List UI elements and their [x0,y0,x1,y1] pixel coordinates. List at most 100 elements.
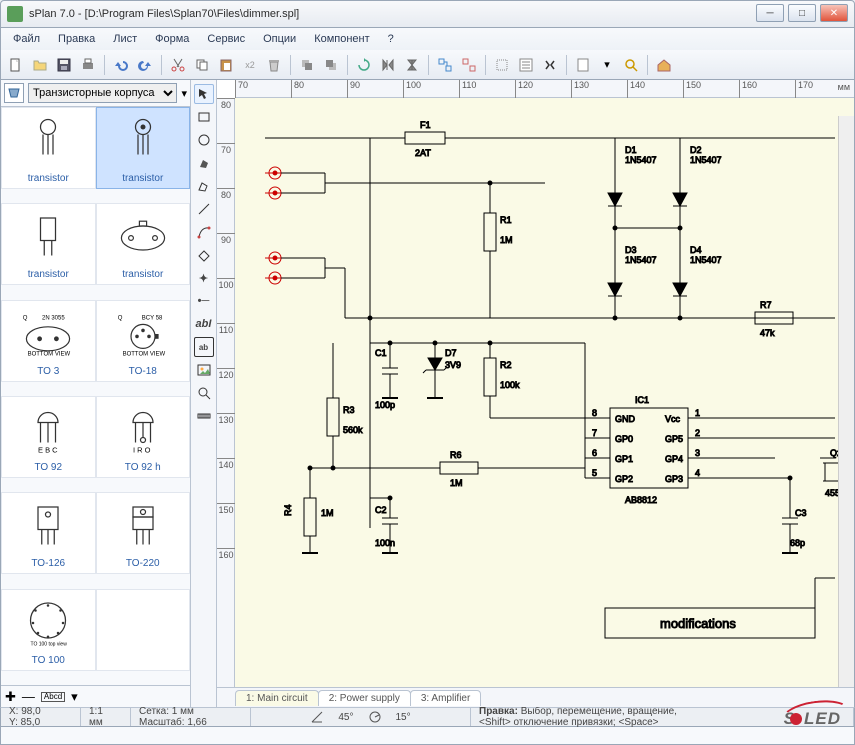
library-dd-icon[interactable]: ▾ [181,87,187,100]
delete-button[interactable] [263,54,285,76]
svg-text:2N 3055: 2N 3055 [42,316,65,322]
vertical-scrollbar[interactable] [838,116,854,687]
schematic-canvas[interactable]: F1 2AT D11N5407 [235,98,854,687]
svg-text:5: 5 [592,468,597,478]
cut-button[interactable] [167,54,189,76]
lib-item[interactable]: transistor [96,203,191,285]
lib-add-icon[interactable]: ✚ [5,690,16,703]
svg-text:560k: 560k [343,425,363,435]
copy-button[interactable] [191,54,213,76]
close-button[interactable]: ✕ [820,4,848,22]
shape-tool[interactable] [194,245,214,265]
lib-label-icon[interactable]: Abcd [41,692,65,702]
angle15-icon[interactable] [368,710,382,724]
svg-text:100n: 100n [375,538,395,548]
to-back-button[interactable] [320,54,342,76]
menu-component[interactable]: Компонент [306,31,377,47]
lib-item[interactable]: TO-220 [96,492,191,574]
svg-text:AB8812: AB8812 [625,495,657,505]
svg-text:7: 7 [592,428,597,438]
svg-text:2AT: 2AT [415,148,431,158]
svg-text:R7: R7 [760,300,772,310]
open-button[interactable] [29,54,51,76]
svg-text:8: 8 [592,408,597,418]
zoom-fit-button[interactable] [620,54,642,76]
search-button[interactable] [539,54,561,76]
list-button[interactable] [515,54,537,76]
lib-item[interactable]: transistor [1,203,96,285]
page-dd-button[interactable]: ▾ [596,54,618,76]
library-icon[interactable] [4,83,24,103]
angle45-icon[interactable] [310,710,324,724]
menu-service[interactable]: Сервис [199,31,253,47]
ungroup-button[interactable] [458,54,480,76]
mirror-h-button[interactable] [377,54,399,76]
menu-file[interactable]: Файл [5,31,48,47]
undo-button[interactable] [110,54,132,76]
save-button[interactable] [53,54,75,76]
measure-tool[interactable] [194,406,214,426]
lib-item[interactable]: Q2N 3055BOTTOM VIEWTO 3 [1,300,96,382]
svg-text:GP5: GP5 [665,434,683,444]
print-button[interactable] [77,54,99,76]
minimize-button[interactable]: ─ [756,4,784,22]
library-grid: transistor transistor transistor transis… [1,107,190,685]
redo-button[interactable] [134,54,156,76]
svg-text:Q: Q [23,316,28,322]
rotate-button[interactable] [353,54,375,76]
svg-text:IC1: IC1 [635,395,649,405]
lib-item[interactable]: transistor [1,107,96,189]
lib-item[interactable]: transistor [96,107,191,189]
library-category-select[interactable]: Транзисторные корпуса [28,83,177,103]
lib-remove-icon[interactable]: — [22,690,35,703]
snap-button[interactable] [491,54,513,76]
svg-text:BOTTOM VIEW: BOTTOM VIEW [28,352,71,358]
svg-text:1: 1 [695,408,700,418]
new-button[interactable] [5,54,27,76]
line-tool[interactable] [194,199,214,219]
zoom-tool[interactable] [194,383,214,403]
lib-item[interactable]: I R OTO 92 h [96,396,191,478]
node-tool[interactable]: ✦ [194,268,214,288]
menubar: Файл Правка Лист Форма Сервис Опции Комп… [0,28,855,50]
mirror-v-button[interactable] [401,54,423,76]
maximize-button[interactable]: □ [788,4,816,22]
svg-text:E B C: E B C [38,446,58,455]
page-button[interactable] [572,54,594,76]
poly-fill-tool[interactable] [194,153,214,173]
image-tool[interactable] [194,360,214,380]
lib-item[interactable]: QBCY 58BOTTOM VIEWTO-18 [96,300,191,382]
poly-tool[interactable] [194,176,214,196]
page-tab-1[interactable]: 1: Main circuit [235,690,319,706]
lib-item[interactable]: TO 100 top viewTO 100 [1,589,96,671]
component-library-panel: Транзисторные корпуса ▾ transistor trans… [1,80,191,707]
svg-text:TO 100 top view: TO 100 top view [31,642,68,648]
lib-item[interactable]: TO-126 [1,492,96,574]
svg-text:1N5407: 1N5407 [625,155,657,165]
lib-item[interactable]: E B CTO 92 [1,396,96,478]
pointer-tool[interactable] [194,84,214,104]
to-front-button[interactable] [296,54,318,76]
lib-dd-icon[interactable]: ▾ [71,690,78,703]
svg-text:1N5407: 1N5407 [690,255,722,265]
home-button[interactable] [653,54,675,76]
page-tab-2[interactable]: 2: Power supply [318,690,411,706]
lib-item[interactable] [96,589,191,671]
svg-text:D4: D4 [690,245,702,255]
svg-text:GP0: GP0 [615,434,633,444]
menu-sheet[interactable]: Лист [105,31,145,47]
menu-form[interactable]: Форма [147,31,197,47]
menu-help[interactable]: ? [380,31,402,47]
duplicate-button[interactable]: x2 [239,54,261,76]
menu-options[interactable]: Опции [255,31,304,47]
bezier-tool[interactable] [194,222,214,242]
text-tool[interactable]: abI [194,314,214,334]
menu-edit[interactable]: Правка [50,31,103,47]
page-tab-3[interactable]: 3: Amplifier [410,690,481,706]
group-button[interactable] [434,54,456,76]
textbox-tool[interactable]: ab [194,337,214,357]
paste-button[interactable] [215,54,237,76]
circle-tool[interactable] [194,130,214,150]
rect-tool[interactable] [194,107,214,127]
junction-tool[interactable]: •─ [194,291,214,311]
